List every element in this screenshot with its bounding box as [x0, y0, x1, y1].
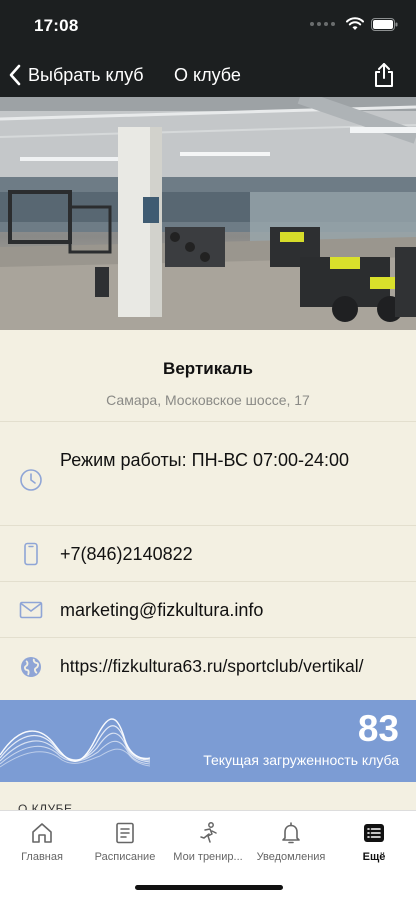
- clock-icon: [20, 469, 42, 491]
- phone-icon: [24, 542, 38, 566]
- tab-my-workouts-label: Мои трениp...: [173, 851, 243, 863]
- runner-icon: [200, 822, 217, 843]
- home-indicator: [135, 885, 283, 890]
- phone-number[interactable]: +7(846)2140822: [60, 544, 193, 565]
- club-header: Вертикаль Самара, Московское шоссе, 17: [0, 330, 416, 422]
- club-name: Вертикаль: [163, 359, 253, 378]
- status-icons: [310, 17, 398, 31]
- club-load-value: 83: [357, 708, 399, 749]
- email-address[interactable]: marketing@fizkultura.info: [60, 600, 263, 621]
- home-icon: [32, 823, 52, 843]
- club-load-label: Текущая загруженность клуба: [203, 752, 399, 768]
- tab-schedule-label: Расписание: [94, 851, 156, 863]
- club-address: Самара, Московское шоссе, 17: [106, 392, 310, 408]
- back-button[interactable]: Выбрать клуб: [8, 60, 144, 90]
- status-time: 17:08: [34, 16, 79, 35]
- bell-icon: [282, 822, 300, 844]
- tab-notifications-label: Уведомления: [256, 851, 326, 863]
- working-hours-text: Режим работы: ПН-ВС 07:00-24:00: [60, 450, 350, 470]
- tab-home-label: Главная: [21, 851, 63, 863]
- tab-my-workouts[interactable]: Мои трениp...: [166, 821, 250, 863]
- about-section-title: О КЛУБЕ: [18, 802, 73, 810]
- mail-icon: [19, 601, 43, 619]
- tab-notifications[interactable]: Уведомления: [249, 821, 333, 863]
- gym-photo: [0, 97, 416, 330]
- globe-icon: [21, 657, 41, 677]
- signal-dots-icon: [310, 22, 335, 26]
- club-photo-gallery[interactable]: [0, 97, 416, 330]
- schedule-icon: [116, 822, 134, 844]
- share-icon[interactable]: [372, 62, 396, 88]
- tab-more[interactable]: Ещё: [332, 821, 416, 863]
- page-title: О клубе: [174, 65, 241, 85]
- chevron-left-icon: [9, 64, 21, 86]
- load-wave-graphic: [0, 718, 150, 768]
- working-hours-row: Режим работы: ПН-ВС 07:00-24:00: [0, 422, 416, 526]
- tab-more-label: Ещё: [362, 851, 386, 863]
- website-row[interactable]: https://fizkultura63.ru/sportclub/vertik…: [0, 638, 416, 699]
- club-load-card: 83 Текущая загруженность клуба: [0, 700, 416, 782]
- email-row[interactable]: marketing@fizkultura.info: [0, 582, 416, 638]
- tab-schedule[interactable]: Расписание: [83, 821, 167, 863]
- back-button-label: Выбрать клуб: [28, 64, 144, 85]
- website-link[interactable]: https://fizkultura63.ru/sportclub/vertik…: [60, 656, 363, 677]
- status-bar: 17:08: [0, 0, 416, 52]
- navigation-bar: Выбрать клуб О клубе: [0, 52, 416, 97]
- battery-icon: [371, 17, 398, 31]
- wifi-icon: [346, 17, 364, 30]
- list-icon: [364, 824, 384, 842]
- phone-row[interactable]: +7(846)2140822: [0, 526, 416, 582]
- tab-home[interactable]: Главная: [0, 821, 84, 863]
